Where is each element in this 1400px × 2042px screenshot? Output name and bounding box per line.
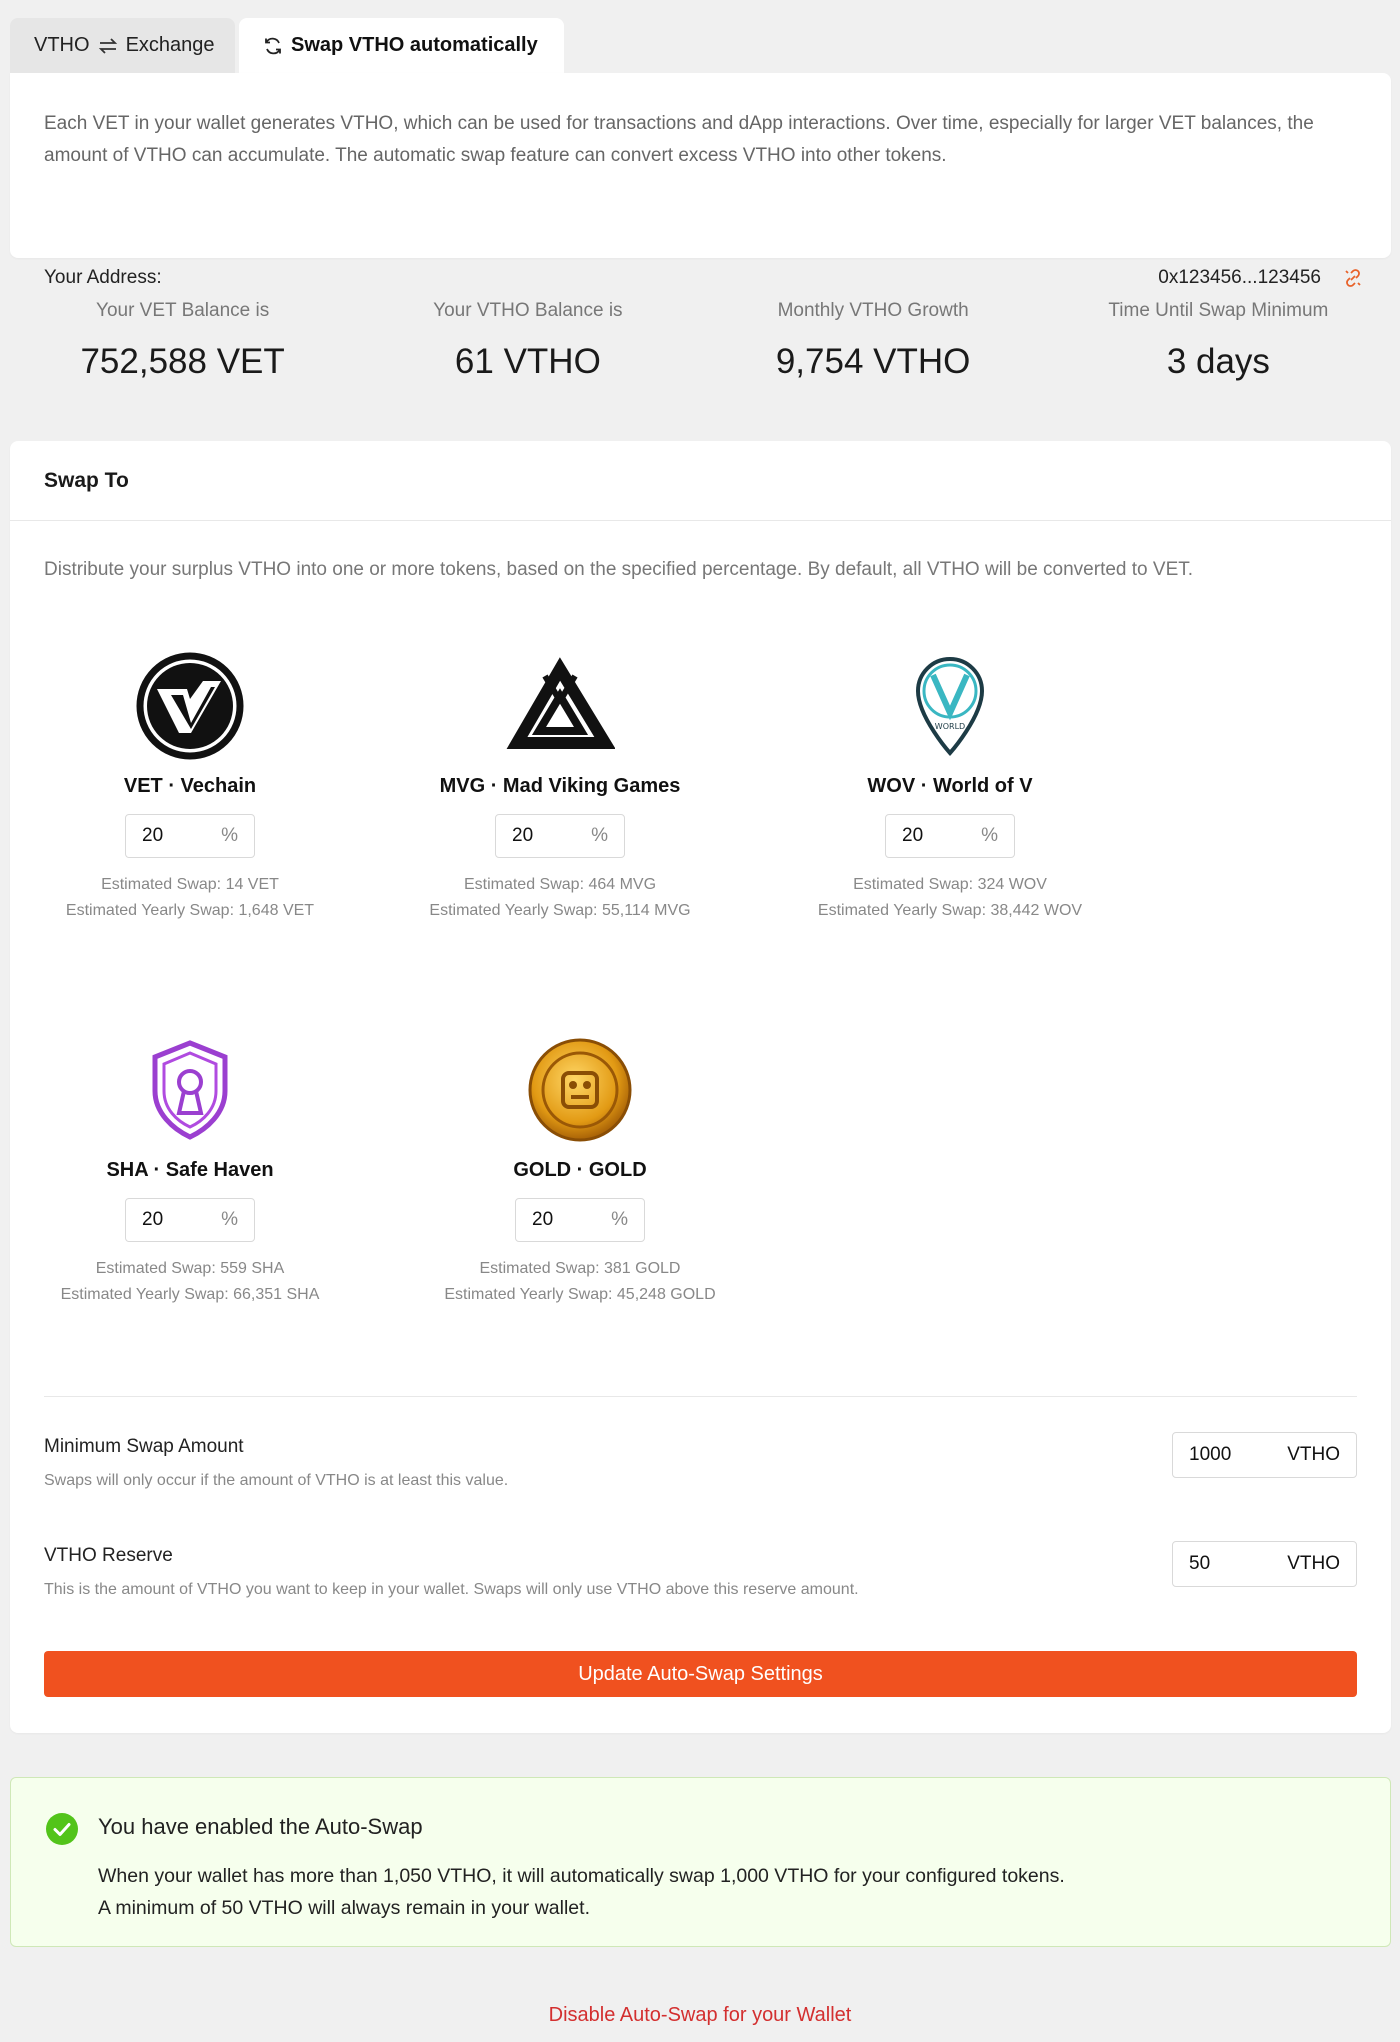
swap-description: Distribute your surplus VTHO into one or… [44, 559, 1194, 580]
estimated-yearly-swap: Estimated Yearly Swap: 45,248 GOLD [444, 1286, 716, 1303]
min-swap-value: 1000 [1189, 1444, 1232, 1465]
token-mvg: MVG · Mad Viking Games 20 % Estimated Sw… [400, 651, 720, 924]
reserve-value: 50 [1189, 1553, 1211, 1574]
address-value: 0x123456...123456 [1158, 267, 1321, 288]
percent-value: 20 [142, 825, 164, 846]
tab-label: VTHO [34, 34, 90, 56]
estimated-yearly-swap: Estimated Yearly Swap: 1,648 VET [65, 902, 315, 919]
disable-auto-swap-link[interactable]: Disable Auto-Swap for your Wallet [0, 2004, 1400, 2027]
percent-unit: % [981, 825, 998, 846]
stat-value: 3 days [1166, 342, 1270, 381]
reserve-unit: VTHO [1287, 1553, 1340, 1574]
percent-unit: % [591, 825, 608, 846]
divider [44, 1396, 1357, 1397]
tab-label-suffix: Exchange [125, 34, 215, 56]
estimated-yearly-swap: Estimated Yearly Swap: 66,351 SHA [60, 1286, 320, 1303]
token-vet: VET · Vechain 20 % Estimated Swap: 14 VE… [30, 651, 350, 924]
stats-row: Your VET Balance is 752,588 VET Your VTH… [10, 300, 1391, 400]
mad-viking-games-logo-icon [505, 651, 615, 761]
estimated-swap: Estimated Swap: 14 VET [101, 876, 279, 893]
stat-value: 61 VTHO [454, 342, 601, 381]
token-name: VET · Vechain [123, 775, 257, 797]
success-line-1: When your wallet has more than 1,050 VTH… [98, 1865, 1065, 1887]
token-sha: SHA · Safe Haven 20 % Estimated Swap: 55… [30, 1035, 350, 1308]
tab-vtho-exchange[interactable]: VTHO Exchange [10, 18, 235, 73]
tab-swap-vtho-automatically[interactable]: Swap VTHO automatically [239, 18, 564, 73]
stat-value: 9,754 VTHO [775, 342, 971, 381]
estimated-yearly-swap: Estimated Yearly Swap: 38,442 WOV [817, 902, 1083, 919]
swap-card: Swap To Distribute your surplus VTHO int… [10, 441, 1391, 1733]
stat-label: Monthly VTHO Growth [777, 300, 969, 321]
token-name: WOV · World of V [867, 775, 1033, 797]
address-label: Your Address: [44, 267, 162, 288]
swap-title: Swap To [10, 441, 1391, 521]
estimated-swap: Estimated Swap: 324 WOV [853, 876, 1047, 893]
stat-label: Your VET Balance is [96, 300, 270, 321]
min-swap-help: Swaps will only occur if the amount of V… [44, 1472, 509, 1489]
stat-value: 752,588 VET [80, 342, 285, 381]
stat-vet-balance: Your VET Balance is 752,588 VET [10, 300, 355, 400]
world-of-v-logo-icon: WORLD [895, 651, 1005, 761]
intro-text: Each VET in your wallet generates VTHO, … [44, 113, 1314, 166]
success-title: You have enabled the Auto-Swap [98, 1814, 423, 1839]
estimated-yearly-swap: Estimated Yearly Swap: 55,114 MVG [429, 902, 691, 919]
safe-haven-logo-icon [135, 1035, 245, 1145]
percent-unit: % [611, 1209, 628, 1230]
percent-input-gold[interactable]: 20 % [515, 1198, 645, 1242]
unlink-icon[interactable] [1343, 268, 1363, 288]
reserve-input[interactable]: 50 VTHO [1172, 1541, 1357, 1587]
tab-bar: VTHO Exchange Swap VTHO automatically [10, 18, 564, 73]
intro-card: Each VET in your wallet generates VTHO, … [10, 73, 1391, 288]
success-line-2: A minimum of 50 VTHO will always remain … [98, 1897, 590, 1919]
reserve-help: This is the amount of VTHO you want to k… [44, 1581, 859, 1598]
address-row: 0x123456...123456 [1158, 267, 1363, 289]
percent-input-vet[interactable]: 20 % [125, 814, 255, 858]
percent-value: 20 [532, 1209, 554, 1230]
token-name: MVG · Mad Viking Games [439, 775, 681, 797]
percent-unit: % [221, 825, 238, 846]
percent-input-wov[interactable]: 20 % [885, 814, 1015, 858]
stat-monthly-growth: Monthly VTHO Growth 9,754 VTHO [701, 300, 1046, 400]
success-message: When your wallet has more than 1,050 VTH… [98, 1860, 1065, 1924]
min-swap-input[interactable]: 1000 VTHO [1172, 1432, 1357, 1478]
success-alert: You have enabled the Auto-Swap When your… [10, 1777, 1391, 1947]
stat-label: Your VTHO Balance is [433, 300, 623, 321]
stat-vtho-balance: Your VTHO Balance is 61 VTHO [355, 300, 700, 400]
stat-time-until-swap: Time Until Swap Minimum 3 days [1046, 300, 1391, 400]
swap-arrows-icon [98, 37, 117, 54]
estimated-swap: Estimated Swap: 464 MVG [463, 876, 657, 893]
tab-label: Swap VTHO automatically [291, 34, 538, 56]
percent-unit: % [221, 1209, 238, 1230]
percent-input-sha[interactable]: 20 % [125, 1198, 255, 1242]
check-circle-icon [46, 1813, 78, 1845]
token-wov: WORLD WOV · World of V 20 % Estimated Sw… [790, 651, 1110, 924]
min-swap-label: Minimum Swap Amount [44, 1436, 244, 1457]
estimated-swap: Estimated Swap: 381 GOLD [479, 1260, 681, 1277]
percent-value: 20 [142, 1209, 164, 1230]
token-name: GOLD · GOLD [513, 1159, 647, 1181]
min-swap-unit: VTHO [1287, 1444, 1340, 1465]
gold-coin-logo-icon [525, 1035, 635, 1145]
percent-value: 20 [512, 825, 534, 846]
update-auto-swap-button[interactable]: Update Auto-Swap Settings [44, 1651, 1357, 1697]
estimated-swap: Estimated Swap: 559 SHA [95, 1260, 285, 1277]
stat-label: Time Until Swap Minimum [1108, 300, 1329, 321]
token-name: SHA · Safe Haven [106, 1159, 274, 1181]
reserve-label: VTHO Reserve [44, 1545, 173, 1566]
percent-input-mvg[interactable]: 20 % [495, 814, 625, 858]
token-gold: GOLD · GOLD 20 % Estimated Swap: 381 GOL… [420, 1035, 740, 1308]
refresh-icon [265, 37, 281, 54]
percent-value: 20 [902, 825, 924, 846]
svg-text:WORLD: WORLD [935, 722, 965, 731]
vechain-logo-icon [135, 651, 245, 761]
